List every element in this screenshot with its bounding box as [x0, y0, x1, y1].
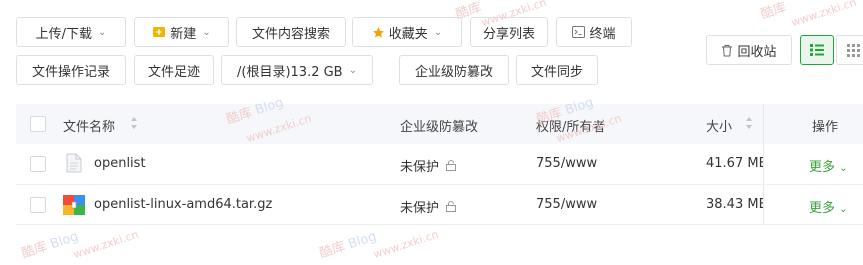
grid-view-icon	[846, 43, 860, 57]
new-folder-icon	[152, 25, 166, 39]
recycle-bin-label: 回收站	[737, 44, 777, 60]
unlock-icon[interactable]	[446, 201, 457, 212]
file-sync-label: 文件同步	[530, 64, 583, 80]
permission-owner[interactable]: 755/www	[536, 197, 597, 212]
permission-owner[interactable]: 755/www	[536, 156, 597, 171]
protect-status: 未保护	[400, 156, 457, 175]
terminal-icon	[572, 26, 586, 38]
file-footprint-button[interactable]: 文件足迹	[134, 55, 214, 85]
watermark: www.zxki.cn	[789, 0, 859, 30]
chevron-down-icon: ⌄	[433, 26, 443, 38]
new-label: 新建	[170, 26, 197, 42]
list-view-toggle[interactable]	[800, 35, 834, 65]
grid-view-toggle[interactable]	[836, 35, 863, 65]
more-actions-dropdown[interactable]: 更多 ⌄	[809, 197, 848, 216]
trash-icon	[721, 44, 733, 57]
archive-icon	[63, 195, 85, 219]
chevron-down-icon: ⌄	[202, 26, 211, 38]
chevron-down-icon: ⌄	[348, 64, 357, 76]
share-list-label: 分享列表	[482, 26, 535, 42]
disk-path-label: /(根目录)13.2 GB	[237, 64, 343, 80]
watermark: www.zxki.cn	[371, 227, 441, 262]
chevron-down-icon: ⌄	[839, 163, 848, 174]
column-header-actions: 操作	[812, 120, 839, 135]
upload-download-dropdown[interactable]: 上传/下载 ⌄	[16, 17, 126, 47]
more-label: 更多	[809, 201, 836, 216]
watermark: 酷库	[758, 0, 789, 23]
row-checkbox[interactable]	[30, 197, 46, 213]
unlock-icon[interactable]	[446, 160, 457, 171]
protect-status-label: 未保护	[400, 160, 440, 175]
file-log-label: 文件操作记录	[31, 64, 110, 80]
sort-icon[interactable]	[745, 116, 753, 134]
share-list-button[interactable]: 分享列表	[470, 17, 548, 47]
sort-icon[interactable]	[130, 116, 138, 134]
star-icon	[372, 26, 385, 39]
file-size: 41.67 MB	[706, 156, 763, 171]
watermark: www.zxki.cn	[71, 227, 141, 262]
row-checkbox[interactable]	[30, 156, 46, 172]
favorites-dropdown[interactable]: 收藏夹 ⌄	[352, 17, 462, 47]
column-header-protect: 企业级防篡改	[400, 120, 479, 135]
terminal-button[interactable]: 终端	[556, 17, 632, 47]
file-name[interactable]: openlist-linux-amd64.tar.gz	[94, 197, 272, 212]
file-log-button[interactable]: 文件操作记录	[16, 55, 126, 85]
list-view-icon	[810, 44, 824, 56]
watermark: 酷库 Blog	[19, 229, 81, 262]
tamper-protect-label: 企业级防篡改	[414, 64, 493, 80]
terminal-label: 终端	[589, 26, 616, 42]
more-actions-dropdown[interactable]: 更多 ⌄	[809, 156, 848, 175]
select-all-checkbox[interactable]	[30, 116, 46, 132]
watermark: 酷库 Blog	[317, 229, 379, 262]
file-sync-button[interactable]: 文件同步	[516, 55, 598, 85]
protect-status-label: 未保护	[400, 201, 440, 216]
content-search-label: 文件内容搜索	[251, 26, 330, 42]
disk-path-dropdown[interactable]: /(根目录)13.2 GB ⌄	[221, 55, 373, 85]
column-header-size[interactable]: 大小	[706, 116, 732, 135]
column-header-permission: 权限/所有者	[536, 120, 606, 135]
recycle-bin-button[interactable]: 回收站	[706, 35, 792, 65]
favorites-label: 收藏夹	[388, 26, 428, 42]
file-size: 38.43 MB	[706, 197, 763, 212]
more-label: 更多	[809, 160, 836, 175]
file-footprint-label: 文件足迹	[147, 64, 200, 80]
file-icon	[66, 153, 82, 177]
file-name[interactable]: openlist	[94, 156, 146, 171]
protect-status: 未保护	[400, 197, 457, 216]
column-header-name[interactable]: 文件名称	[63, 116, 115, 135]
chevron-down-icon: ⌄	[98, 26, 107, 38]
content-search-button[interactable]: 文件内容搜索	[236, 17, 346, 47]
upload-download-label: 上传/下载	[35, 26, 92, 42]
row-divider	[16, 224, 863, 225]
chevron-down-icon: ⌄	[839, 204, 848, 215]
tamper-protect-button[interactable]: 企业级防篡改	[399, 55, 509, 85]
new-dropdown[interactable]: 新建 ⌄	[134, 17, 229, 47]
